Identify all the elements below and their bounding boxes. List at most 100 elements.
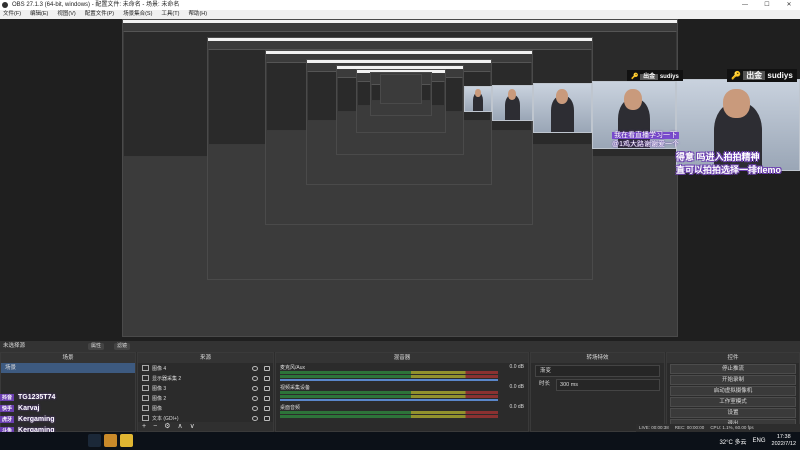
text-icon — [142, 415, 149, 421]
image-icon — [142, 395, 149, 401]
menu-edit[interactable]: 编辑(E) — [30, 10, 48, 19]
add-source-button[interactable]: + — [142, 422, 146, 431]
menu-file[interactable]: 文件(F) — [3, 10, 21, 19]
volume-slider[interactable] — [280, 379, 498, 381]
level-meter — [280, 395, 498, 398]
mixer-channel: 视频采集设备 0.0 dB — [276, 383, 528, 403]
remove-source-button[interactable]: − — [153, 422, 157, 431]
menu-help[interactable]: 帮助(H) — [188, 10, 207, 19]
danmu-line: @1鸡大路谢谢爱一个 — [612, 141, 679, 148]
close-button[interactable]: ✕ — [778, 0, 800, 10]
menu-profile[interactable]: 配置文件(P) — [85, 10, 114, 19]
lock-icon[interactable] — [264, 365, 270, 371]
source-item[interactable]: 图像 2 — [138, 393, 273, 403]
system-tray: 32°C 多云 ENG 17:38 2022/7/12 — [719, 432, 796, 450]
eye-icon[interactable] — [252, 375, 258, 381]
volume-slider[interactable] — [280, 399, 498, 401]
steam-icon[interactable] — [88, 434, 101, 447]
camera-name-tag: 🔑 出金 sudiys — [627, 70, 683, 81]
lock-icon[interactable] — [264, 405, 270, 411]
obs-logo-icon — [2, 2, 8, 8]
lock-icon[interactable] — [264, 395, 270, 401]
nested-preview — [380, 74, 422, 104]
overlay-name-row: 虎牙 Kergaming — [0, 416, 55, 423]
image-icon — [142, 365, 149, 371]
minimize-button[interactable]: — — [734, 0, 756, 10]
menu-tools[interactable]: 工具(T) — [161, 10, 179, 19]
eye-icon[interactable] — [252, 365, 258, 371]
mixer-channel: 桌面音频 0.0 dB — [276, 403, 528, 423]
status-bar: LIVE: 00:00:38 REC: 00:00:00 CPU: 1.1%, … — [636, 424, 800, 432]
level-meter — [280, 371, 498, 374]
level-meter — [280, 375, 498, 378]
source-item[interactable]: 图像 4 — [138, 363, 273, 373]
mixer-channel: 麦克风/Aux 0.0 dB — [276, 363, 528, 383]
level-meter — [280, 391, 498, 394]
source-item[interactable]: 图像 — [138, 403, 273, 413]
channel-db: 0.0 dB — [509, 404, 524, 410]
menu-bar: 文件(F) 编辑(E) 视图(V) 配置文件(P) 场景集合(S) 工具(T) … — [0, 10, 800, 19]
source-toolbar: 未选择源 属性 滤镜 — [0, 341, 800, 352]
lock-icon[interactable] — [264, 385, 270, 391]
live-time: LIVE: 00:00:38 — [639, 425, 669, 430]
lock-icon[interactable] — [264, 375, 270, 381]
sources-toolbar: + − ⚙ ∧ ∨ — [138, 422, 273, 431]
source-item[interactable]: 图像 3 — [138, 383, 273, 393]
rec-time: REC: 00:00:00 — [674, 425, 705, 430]
maximize-button[interactable]: ☐ — [756, 0, 778, 10]
webcam-feed — [492, 85, 533, 121]
overlay-name-row: 快手 Karvaj — [0, 405, 40, 412]
eye-icon[interactable] — [252, 415, 258, 421]
sources-dock-title: 来源 — [138, 353, 273, 363]
stop-streaming-button[interactable]: 停止推流 — [670, 364, 796, 374]
overlay-name-row: 抖音 TG1235T74 — [0, 394, 56, 401]
camera-name-tag: 🔑 出金 sudiys — [727, 69, 797, 82]
menu-scene-collection[interactable]: 场景集合(S) — [123, 10, 152, 19]
transition-select[interactable]: 渐变 — [535, 365, 660, 377]
cpu-status: CPU: 1.1%, 60.00 fps — [710, 425, 754, 430]
controls-dock-title: 控件 — [667, 353, 799, 363]
webcam-feed — [464, 86, 492, 112]
clock[interactable]: 17:38 2022/7/12 — [772, 434, 796, 448]
preview-canvas[interactable]: 🔑 出金 sudiys 🔑 出金 sudiys 我在看直播学习一下 @1鸡大路谢… — [0, 19, 800, 341]
duration-field: 时长 300 ms — [535, 379, 660, 391]
webcam-feed — [533, 83, 592, 133]
filters-button[interactable]: 滤镜 — [114, 343, 131, 350]
menu-view[interactable]: 视图(V) — [57, 10, 75, 19]
source-item[interactable]: 显示器采集 2 — [138, 373, 273, 383]
start-recording-button[interactable]: 开始录制 — [670, 375, 796, 385]
lock-icon[interactable] — [264, 415, 270, 421]
transitions-dock-title: 转场特效 — [531, 353, 664, 363]
image-icon — [142, 385, 149, 391]
app-icon[interactable] — [120, 434, 133, 447]
mixer-dock-title: 混音器 — [276, 353, 528, 363]
scenes-dock-title: 场景 — [1, 353, 135, 363]
eye-icon[interactable] — [252, 385, 258, 391]
mixer-dock: 混音器 麦克风/Aux 0.0 dB 视频采集设备 0.0 dB 桌面音频 0.… — [275, 352, 529, 432]
app-icon[interactable] — [104, 434, 117, 447]
overlay-message: 得意 吗进入拍拍精神 直可以拍拍选择一排flemo — [676, 152, 782, 175]
monitor-icon — [142, 375, 149, 381]
window-titlebar: OBS 27.1.3 (64-bit, windows) - 配置文件: 未命名… — [0, 0, 800, 10]
eye-icon[interactable] — [252, 405, 258, 411]
eye-icon[interactable] — [252, 395, 258, 401]
move-down-button[interactable]: ∨ — [190, 422, 195, 431]
virtual-camera-button[interactable]: 启动虚拟摄像机 — [670, 386, 796, 396]
level-meter — [280, 411, 498, 414]
duration-input[interactable]: 300 ms — [556, 379, 660, 391]
channel-db: 0.0 dB — [509, 364, 524, 370]
transitions-dock: 转场特效 渐变 时长 300 ms — [530, 352, 665, 432]
studio-mode-button[interactable]: 工作室模式 — [670, 397, 796, 407]
duration-label: 时长 — [539, 381, 551, 387]
weather-widget[interactable]: 32°C 多云 — [719, 437, 746, 446]
move-up-button[interactable]: ∧ — [177, 422, 182, 431]
properties-button[interactable]: 属性 — [88, 343, 105, 350]
language-indicator[interactable]: ENG — [753, 438, 766, 444]
sources-dock: 来源 图像 4 显示器采集 2 图像 3 图像 2 图像 文本 (GDI+) +… — [137, 352, 274, 432]
image-icon — [142, 405, 149, 411]
source-settings-button[interactable]: ⚙ — [164, 422, 170, 431]
settings-button[interactable]: 设置 — [670, 408, 796, 418]
controls-dock: 控件 停止推流 开始录制 启动虚拟摄像机 工作室模式 设置 退出 — [666, 352, 800, 432]
window-title: OBS 27.1.3 (64-bit, windows) - 配置文件: 未命名… — [12, 2, 180, 8]
scene-item[interactable]: 场景 — [1, 363, 135, 373]
